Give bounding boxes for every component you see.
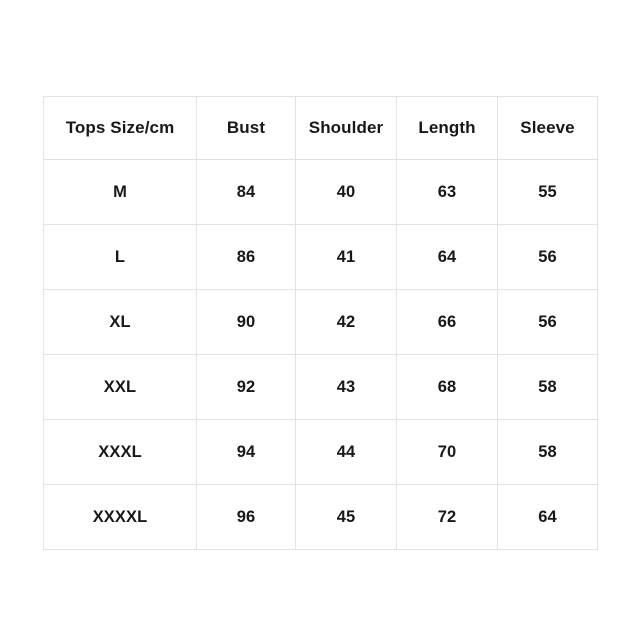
page-canvas: Tops Size/cm Bust Shoulder Length Sleeve… (0, 0, 640, 640)
cell-shoulder: 43 (295, 354, 397, 420)
cell-bust: 92 (196, 354, 296, 420)
cell-size: L (43, 224, 197, 290)
table-row: XL 90 42 66 56 (43, 289, 598, 355)
cell-size: XXXL (43, 419, 197, 485)
cell-sleeve: 55 (497, 159, 598, 225)
column-header-bust: Bust (196, 96, 296, 160)
cell-bust: 94 (196, 419, 296, 485)
cell-shoulder: 40 (295, 159, 397, 225)
cell-length: 70 (396, 419, 498, 485)
cell-length: 72 (396, 484, 498, 550)
cell-size: M (43, 159, 197, 225)
cell-shoulder: 44 (295, 419, 397, 485)
cell-length: 68 (396, 354, 498, 420)
table-row: XXXL 94 44 70 58 (43, 419, 598, 485)
size-chart-container: Tops Size/cm Bust Shoulder Length Sleeve… (43, 96, 598, 550)
table-row: XXL 92 43 68 58 (43, 354, 598, 420)
cell-size: XXL (43, 354, 197, 420)
table-header-row: Tops Size/cm Bust Shoulder Length Sleeve (43, 96, 598, 160)
cell-bust: 96 (196, 484, 296, 550)
cell-bust: 84 (196, 159, 296, 225)
cell-sleeve: 58 (497, 419, 598, 485)
tops-size-chart-table: Tops Size/cm Bust Shoulder Length Sleeve… (43, 96, 598, 550)
cell-length: 64 (396, 224, 498, 290)
cell-shoulder: 41 (295, 224, 397, 290)
cell-sleeve: 64 (497, 484, 598, 550)
column-header-tops-size: Tops Size/cm (43, 96, 197, 160)
table-body: M 84 40 63 55 L 86 41 64 56 XL 90 42 66 … (43, 159, 598, 550)
cell-size: XXXXL (43, 484, 197, 550)
column-header-length: Length (396, 96, 498, 160)
cell-sleeve: 56 (497, 289, 598, 355)
cell-shoulder: 45 (295, 484, 397, 550)
table-header: Tops Size/cm Bust Shoulder Length Sleeve (43, 96, 598, 160)
table-row: M 84 40 63 55 (43, 159, 598, 225)
cell-sleeve: 58 (497, 354, 598, 420)
cell-sleeve: 56 (497, 224, 598, 290)
table-row: XXXXL 96 45 72 64 (43, 484, 598, 550)
cell-length: 66 (396, 289, 498, 355)
column-header-shoulder: Shoulder (295, 96, 397, 160)
cell-size: XL (43, 289, 197, 355)
table-row: L 86 41 64 56 (43, 224, 598, 290)
cell-shoulder: 42 (295, 289, 397, 355)
cell-bust: 86 (196, 224, 296, 290)
cell-bust: 90 (196, 289, 296, 355)
column-header-sleeve: Sleeve (497, 96, 598, 160)
cell-length: 63 (396, 159, 498, 225)
